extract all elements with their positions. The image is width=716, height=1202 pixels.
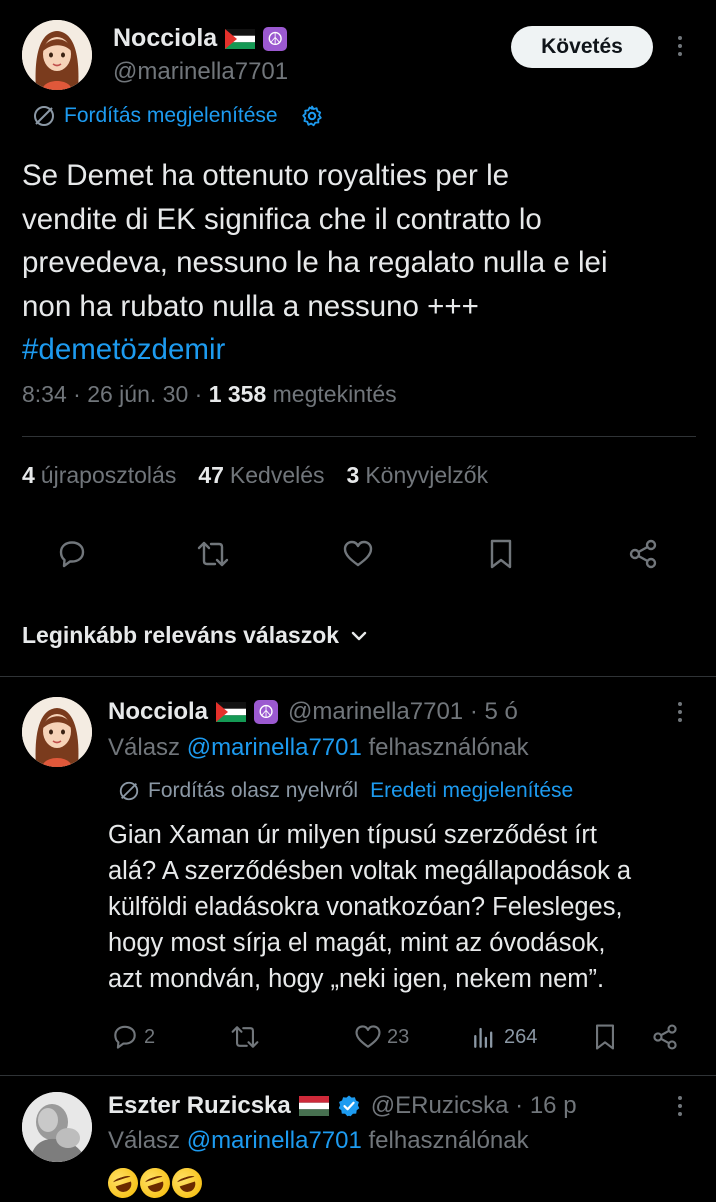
tweet-body: Se Demet ha ottenuto royalties per le ve… [22,154,702,372]
reply-author-name[interactable]: Nocciola [108,698,208,726]
reply-count: 2 [144,1025,156,1048]
replying-to-handle[interactable]: @marinella7701 [187,1127,362,1154]
hungary-flag-icon [298,1096,329,1116]
reply-line: hogy most sírja el magát, mint az óvodás… [108,929,606,957]
tweet-line: Se Demet ha ottenuto royalties per le [22,159,510,192]
reply-repost-button[interactable] [230,1022,264,1052]
replying-to-handle[interactable]: @marinella7701 [187,734,362,761]
tweet-line: prevedeva, nessuno le ha regalato nulla … [22,246,608,279]
repost-icon [231,1026,259,1048]
rolling-laughing-emoji-icon [168,1164,206,1202]
like-icon[interactable] [341,537,375,571]
translated-from-label: Fordítás olasz nyelvről [148,779,359,802]
divider [0,676,716,677]
reply-author-name[interactable]: Eszter Ruzicska [108,1092,291,1120]
bookmark-icon [596,1024,614,1050]
gear-icon[interactable] [300,104,324,128]
peace-symbol-icon: ☮ [254,700,279,724]
author-name-row: Nocciola ☮ [113,24,288,53]
translate-row: Fordítás megjelenítése [32,104,332,128]
like-count: 23 [387,1025,410,1048]
palestine-flag-icon [216,702,247,722]
verified-badge-icon [338,1095,360,1117]
reply-icon[interactable] [55,537,89,571]
reply-header: Nocciola ☮ @marinella7701 · 5 ó [108,698,518,726]
reply-more-options-icon[interactable] [677,1096,683,1116]
reply-translation-row: Fordítás olasz nyelvről Eredeti megjelen… [118,779,573,803]
sort-label: Leginkább releváns válaszok [22,622,340,648]
likes-stat[interactable]: 47 Kedvelés [198,462,324,489]
reply-author-avatar[interactable] [22,1092,92,1162]
replying-to: Válasz @marinella7701 felhasználónak [108,1127,529,1155]
tweet-timestamp[interactable]: 8:34 · 26 jún. 30 · [22,381,209,407]
reply-line: külföldi eladásokra vonatkozóan? Felesle… [108,893,623,921]
views-count: 1 358 [208,381,267,407]
rolling-laughing-emoji-icon [104,1164,142,1202]
peace-symbol-icon: ☮ [263,26,288,51]
reply-line: azt mondván, hogy „neki igen, nekem nem”… [108,965,605,993]
tweet-meta: 8:34 · 26 jún. 30 · 1 358 megtekintés [22,381,397,408]
reply-handle-time[interactable]: @marinella7701 · 5 ó [288,698,518,726]
translate-globe-icon [34,106,54,126]
replying-to: Válasz @marinella7701 felhasználónak [108,734,529,762]
show-original-link[interactable]: Eredeti megjelenítése [370,779,573,803]
reply-line: Gian Xaman úr milyen típusú szerződést í… [108,821,597,849]
reply-suffix: felhasználónak [361,1127,529,1154]
reply-line: alá? A szerződésben voltak megállapodáso… [108,857,632,885]
views-bar-chart-icon [474,1027,493,1048]
divider [0,1075,716,1076]
like-icon [355,1025,381,1048]
tweet-line: vendite di EK significa che il contratto… [22,202,542,236]
rolling-laughing-emoji-icon [136,1164,174,1202]
reply-header: Eszter Ruzicska @ERuzicska · 16 p [108,1092,577,1120]
reply-author-avatar[interactable] [22,697,92,767]
bookmarks-stat[interactable]: 3 Könyvjelzők [347,462,489,489]
reply-share-button[interactable] [650,1022,684,1052]
reply-emoji-text [104,1164,206,1202]
chevron-down-icon [351,631,367,640]
tweet-line: non ha rubato nulla a nessuno +++ [22,289,479,323]
show-translation-link[interactable]: Fordítás megjelenítése [64,104,278,128]
repost-icon[interactable] [196,537,230,571]
reply-views-button[interactable]: 264 [470,1022,537,1052]
reply-sort-dropdown[interactable]: Leginkább releváns válaszok [22,622,369,649]
reply-prefix: Válasz [108,1127,187,1154]
follow-button[interactable]: Követés [511,26,653,68]
reply-bookmark-button[interactable] [590,1022,624,1052]
engagement-stats: 4 újraposztolás 47 Kedvelés 3 Könyvjelzők [22,462,488,489]
author-handle[interactable]: @marinella7701 [113,58,288,86]
reply-prefix: Válasz [108,734,187,761]
share-icon[interactable] [626,537,660,571]
reply-like-button[interactable]: 23 [353,1022,409,1052]
more-options-icon[interactable] [677,36,683,56]
reply-handle-time[interactable]: @ERuzicska · 16 p [371,1092,577,1120]
share-icon [653,1024,677,1050]
hashtag-link[interactable]: #demetözdemir [22,328,702,372]
bookmark-icon[interactable] [484,537,518,571]
reply-action-bar: 2 23 264 [108,1022,688,1058]
author-avatar[interactable] [22,20,92,90]
views-count: 264 [504,1025,538,1048]
reply-more-options-icon[interactable] [677,702,683,722]
reposts-stat[interactable]: 4 újraposztolás [22,462,176,489]
reply-body: Gian Xaman úr milyen típusú szerződést í… [108,817,708,997]
reply-icon [114,1025,136,1049]
reply-suffix: felhasználónak [361,734,529,761]
translate-globe-icon [119,781,139,801]
views-label: megtekintés [266,381,397,407]
author-name[interactable]: Nocciola [113,24,217,53]
palestine-flag-icon [225,28,256,49]
reply-reply-button[interactable]: 2 [110,1022,155,1052]
divider [22,436,696,437]
